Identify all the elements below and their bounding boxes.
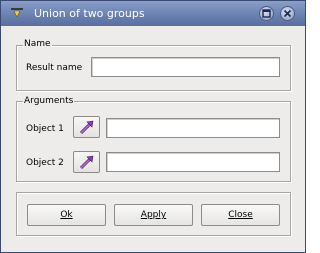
apply-button[interactable]: Apply: [114, 204, 193, 226]
ok-button-label: Ok: [60, 210, 73, 220]
object1-select-button[interactable]: [73, 116, 100, 138]
close-button[interactable]: Close: [201, 204, 280, 226]
arguments-group-legend: Arguments: [23, 96, 75, 107]
object2-label: Object 2: [26, 158, 64, 168]
close-icon: [283, 9, 292, 18]
apply-button-label: Apply: [140, 210, 167, 220]
object2-input[interactable]: [106, 152, 280, 172]
object1-input[interactable]: [106, 118, 280, 138]
maximize-button[interactable]: [259, 6, 274, 21]
arrow-select-icon: [79, 155, 94, 170]
object2-select-button[interactable]: [73, 151, 100, 173]
arrow-select-icon: [79, 120, 94, 135]
app-menu-icon[interactable]: [10, 7, 24, 19]
window-title: Union of two groups: [34, 7, 145, 20]
close-button-label: Close: [228, 210, 253, 220]
close-window-button[interactable]: [280, 6, 295, 21]
ok-button[interactable]: Ok: [27, 204, 106, 226]
result-name-label: Result name: [26, 63, 83, 73]
title-bar[interactable]: Union of two groups: [1, 1, 305, 26]
name-group-legend: Name: [23, 39, 52, 50]
result-name-input[interactable]: [91, 57, 280, 77]
object1-label: Object 1: [26, 124, 64, 134]
dialog-window: Union of two groups Name Result name Arg…: [0, 0, 306, 253]
maximize-icon: [262, 9, 271, 18]
